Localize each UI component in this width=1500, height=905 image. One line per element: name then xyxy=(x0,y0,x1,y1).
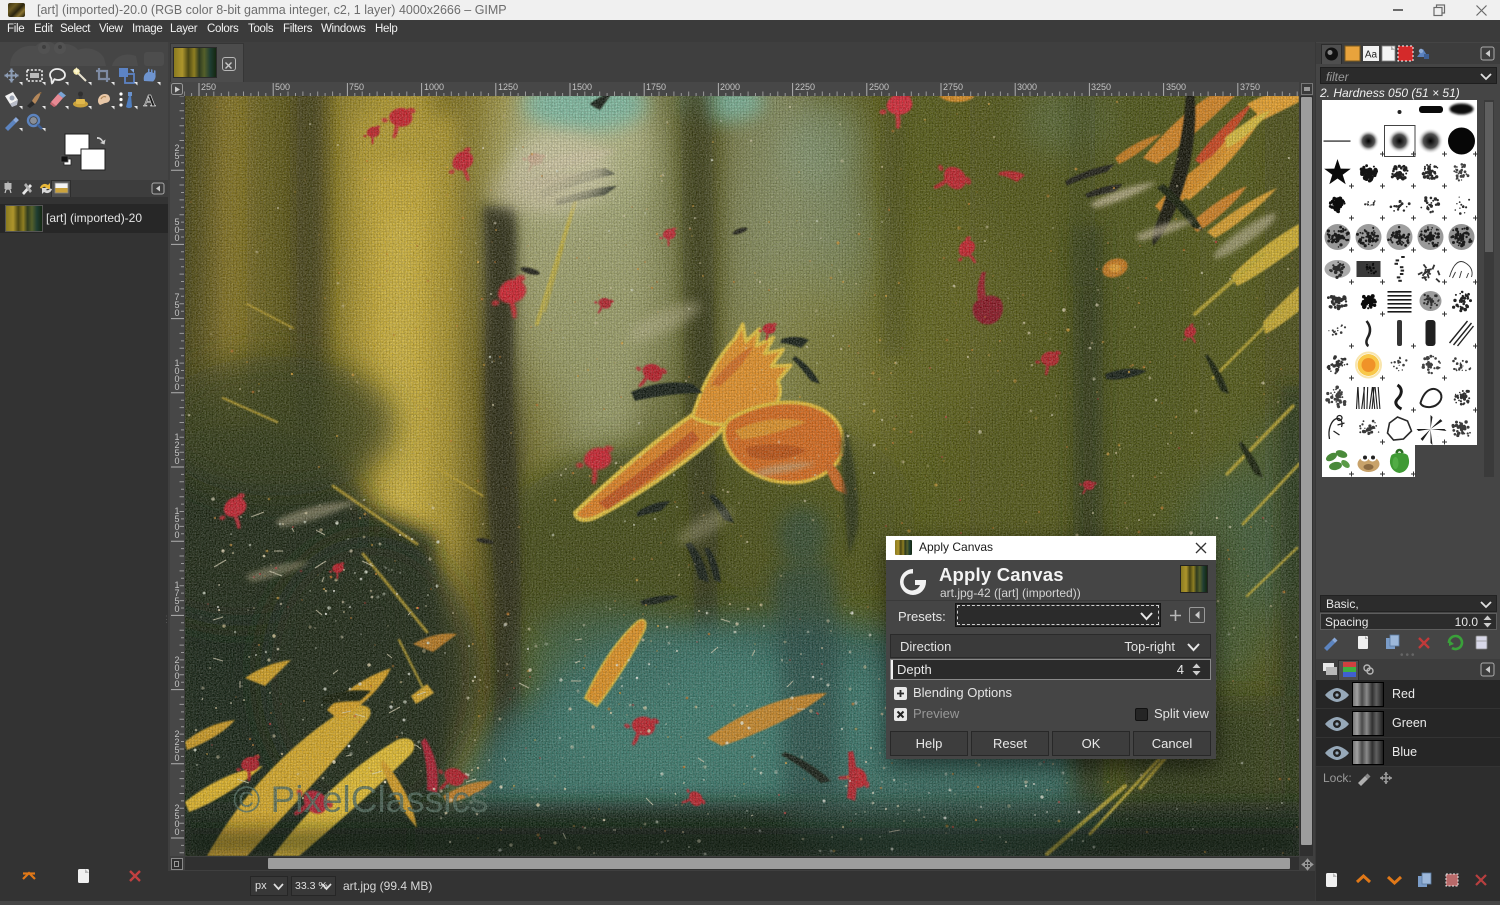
svg-text:1750: 1750 xyxy=(646,82,666,92)
svg-text:2250: 2250 xyxy=(795,82,815,92)
svg-text:1500: 1500 xyxy=(572,82,592,92)
svg-text:1000: 1000 xyxy=(424,82,444,92)
svg-text:Aa: Aa xyxy=(1365,50,1378,61)
svg-text:2: 2 xyxy=(174,143,179,153)
svg-text:A: A xyxy=(143,91,156,110)
svg-text:2000: 2000 xyxy=(720,82,740,92)
svg-text:2: 2 xyxy=(174,729,179,739)
svg-text:1: 1 xyxy=(174,506,179,516)
svg-text:250: 250 xyxy=(201,82,216,92)
svg-text:3250: 3250 xyxy=(1091,82,1111,92)
svg-text:3500: 3500 xyxy=(1166,82,1186,92)
svg-text:2500: 2500 xyxy=(869,82,889,92)
svg-text:1: 1 xyxy=(174,580,179,590)
svg-text:1: 1 xyxy=(174,358,179,368)
svg-text:3750: 3750 xyxy=(1240,82,1260,92)
svg-text:2750: 2750 xyxy=(943,82,963,92)
svg-text:3000: 3000 xyxy=(1017,82,1037,92)
svg-text:1: 1 xyxy=(174,432,179,442)
svg-text:2: 2 xyxy=(174,803,179,813)
svg-text:750: 750 xyxy=(349,82,364,92)
svg-text:500: 500 xyxy=(275,82,290,92)
svg-text:7: 7 xyxy=(174,292,179,302)
svg-text:2: 2 xyxy=(174,655,179,665)
svg-text:5: 5 xyxy=(174,217,179,227)
svg-text:1250: 1250 xyxy=(498,82,518,92)
